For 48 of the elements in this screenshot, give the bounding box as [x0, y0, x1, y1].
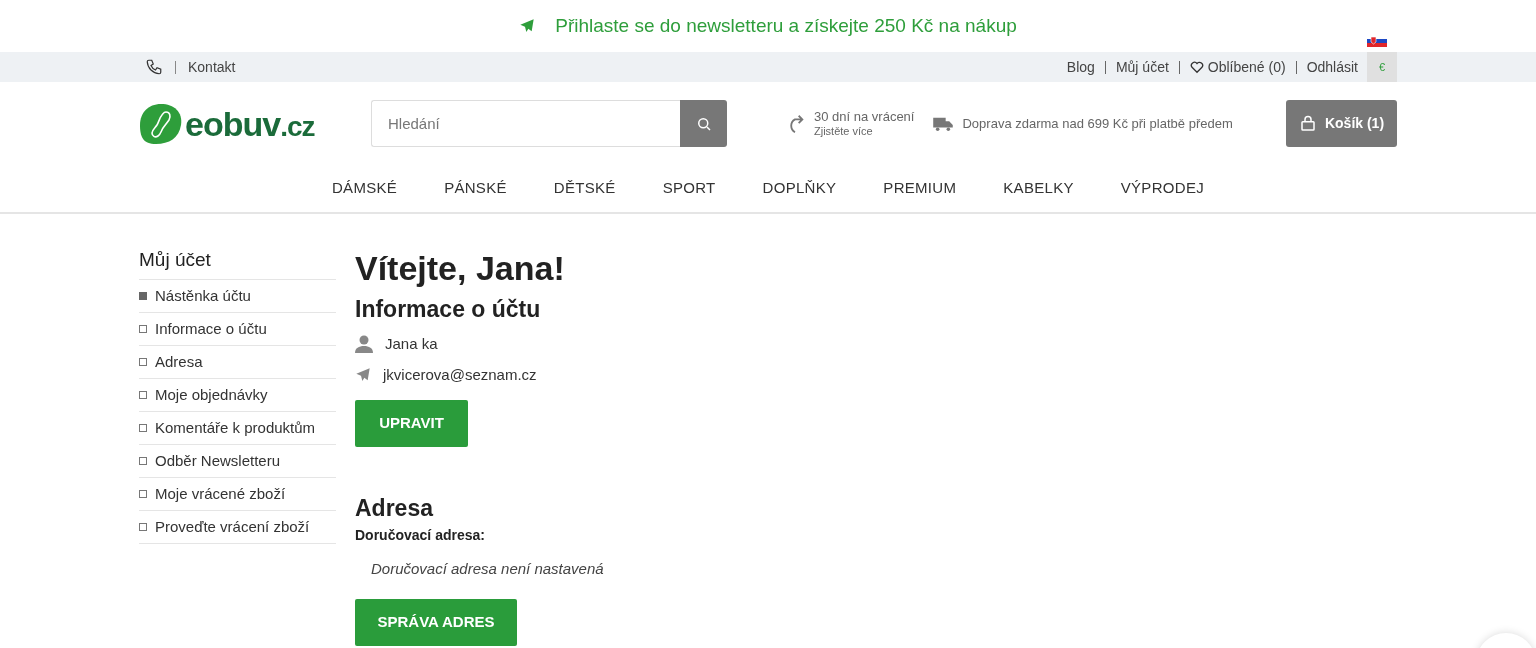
- account-name: Jana ka: [385, 333, 438, 354]
- welcome-heading: Vítejte, Jana!: [355, 248, 566, 289]
- nav-link[interactable]: DOPLŇKY: [762, 177, 837, 200]
- sidebar-item[interactable]: Moje vrácené zboží: [139, 477, 336, 511]
- nav-link[interactable]: PÁNSKÉ: [444, 177, 507, 200]
- sidebar-item[interactable]: Proveďte vrácení zboží: [139, 510, 336, 544]
- returns-link[interactable]: Zjistěte více: [814, 124, 915, 139]
- newsletter-promo[interactable]: Přihlaste se do newsletteru a získejte 250 Kč na nákup: [555, 11, 1017, 41]
- shipping-info: Doprava zdarma nad 699 Kč při platbě předem: [962, 114, 1233, 133]
- section-heading: Adresa: [355, 493, 435, 523]
- sidebar-item[interactable]: Odběr Newsletteru: [139, 444, 336, 478]
- favorites-link[interactable]: Oblíbené (0): [1189, 56, 1286, 78]
- top-link[interactable]: Odhlásit: [1306, 56, 1358, 78]
- paper-plane-icon: [519, 18, 536, 34]
- top-link[interactable]: Můj účet: [1115, 56, 1169, 78]
- nav-link[interactable]: PREMIUM: [883, 177, 957, 200]
- section-heading: Informace o účtu: [355, 295, 542, 324]
- search-button[interactable]: [680, 100, 727, 147]
- nav-link[interactable]: DĚTSKÉ: [553, 177, 616, 200]
- address-label: Doručovací adresa:: [355, 526, 486, 545]
- logo-text[interactable]: eobuv.cz: [185, 106, 315, 141]
- top-link[interactable]: Blog: [1066, 56, 1095, 78]
- nav-link[interactable]: SPORT: [662, 177, 716, 200]
- slovak-flag-icon[interactable]: [1367, 35, 1387, 47]
- paper-plane-icon: [355, 367, 371, 384]
- sidebar-item[interactable]: Adresa: [139, 345, 336, 379]
- nav-link[interactable]: DÁMSKÉ: [331, 177, 398, 200]
- contact-link[interactable]: Kontakt: [188, 56, 236, 78]
- returns-title: 30 dní na vrácení: [814, 108, 915, 125]
- manage-addresses-button[interactable]: SPRÁVA ADRES: [355, 598, 517, 646]
- sidebar-title: Můj účet: [139, 246, 336, 280]
- cart-button[interactable]: Košík (1): [1286, 100, 1397, 147]
- sidebar-item[interactable]: Moje objednávky: [139, 378, 336, 412]
- heart-icon: [1189, 60, 1204, 74]
- sidebar-item[interactable]: Komentáře k produktům: [139, 411, 336, 445]
- person-icon: [355, 334, 373, 353]
- phone-icon: [145, 58, 163, 76]
- sidebar-item[interactable]: Informace o účtu: [139, 312, 336, 346]
- account-email: jkvicerova@seznam.cz: [383, 365, 537, 385]
- search-field[interactable]: Hledání: [371, 100, 680, 147]
- sidebar-item[interactable]: Nástěnka účtu: [139, 279, 336, 313]
- nav-link[interactable]: VÝPRODEJ: [1120, 177, 1204, 200]
- nav-link[interactable]: KABELKY: [1003, 177, 1074, 200]
- address-note: Doručovací adresa není nastavená: [371, 559, 604, 579]
- edit-button[interactable]: UPRAVIT: [355, 399, 468, 447]
- logo-icon: [139, 102, 183, 145]
- bag-icon: [1298, 114, 1317, 133]
- truck-icon: [932, 115, 955, 132]
